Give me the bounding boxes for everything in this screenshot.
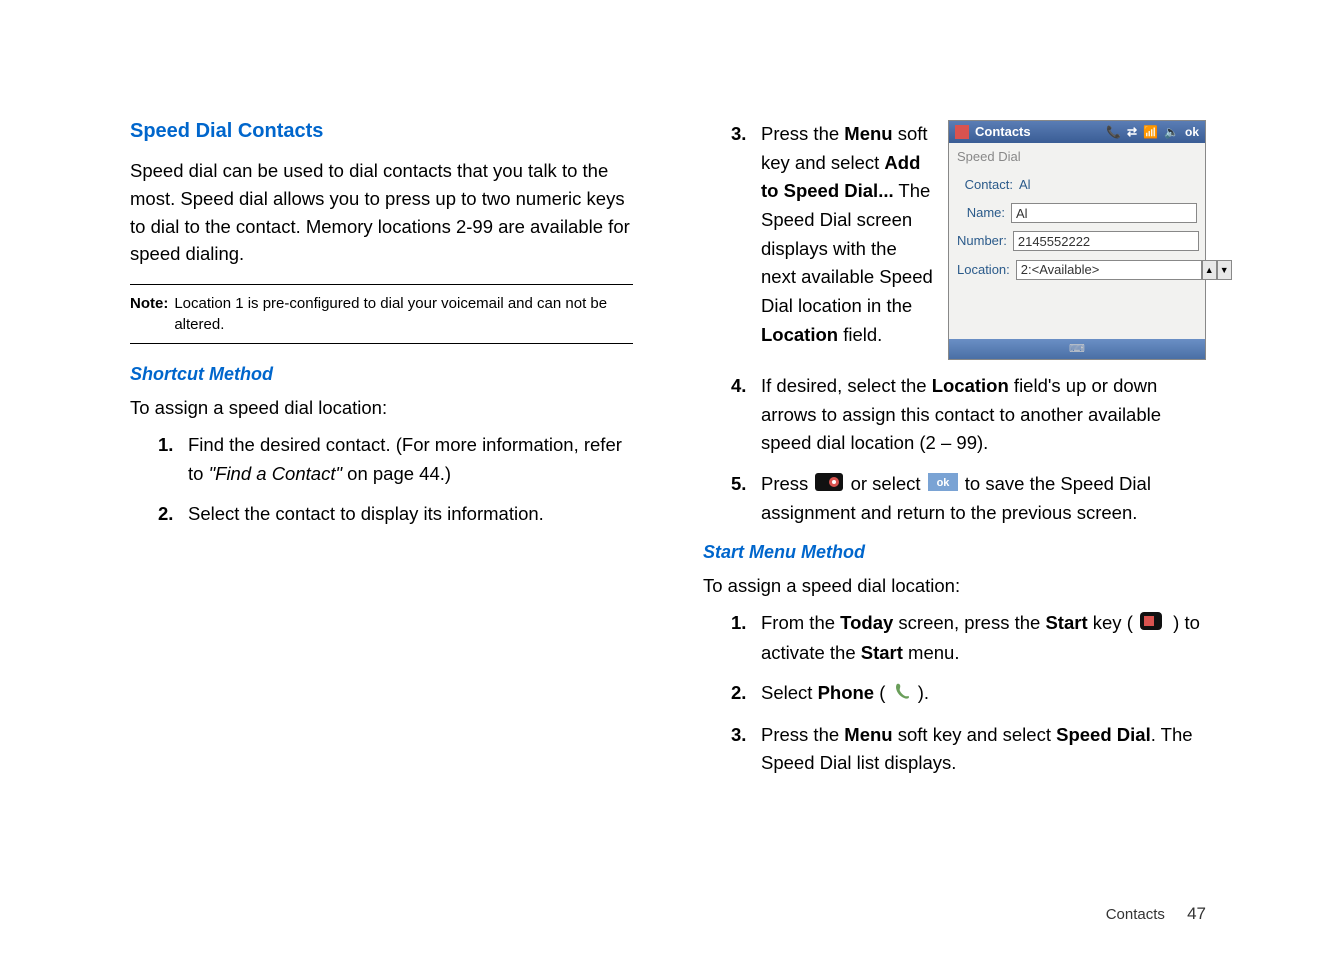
step-text: field. [838, 324, 882, 345]
number-label: Number: [957, 231, 1013, 251]
location-input[interactable] [1016, 260, 1202, 280]
start-bold: Start [1045, 612, 1087, 633]
screenshot-title-text: Contacts [975, 122, 1031, 142]
location-up-arrow[interactable]: ▲ [1202, 260, 1217, 280]
note-label: Note: [130, 293, 168, 335]
intro-text: To assign a speed dial location: [130, 397, 633, 419]
step-number: 3. [731, 721, 746, 750]
name-input[interactable] [1011, 203, 1197, 223]
location-bold: Location [761, 324, 838, 345]
step-text: From the [761, 612, 840, 633]
number-input[interactable] [1013, 231, 1199, 251]
step-text: key ( [1088, 612, 1138, 633]
screenshot-bottombar: ⌨ [949, 339, 1205, 359]
speed-dial-screenshot: Contacts 📞 ⇄ 📶 🔈 ok Speed Dial Contact: … [948, 120, 1206, 360]
step-3: 3. Press the Menu soft key and select Ad… [731, 120, 1206, 360]
step-text: Select [761, 682, 818, 703]
step-number: 5. [731, 470, 746, 499]
step-text: screen, press the [893, 612, 1045, 633]
start-flag-icon [1140, 610, 1166, 639]
step-italic: "Find a Contact" [209, 463, 342, 484]
call-icon: 📞 [1106, 123, 1121, 142]
note-text: Location 1 is pre-configured to dial you… [172, 293, 633, 335]
status-icons: 📞 ⇄ 📶 🔈 ok [1106, 123, 1199, 142]
step-number: 4. [731, 372, 746, 401]
step-text: Select the contact to display its inform… [188, 503, 544, 524]
speed-dial-bold: Speed Dial [1056, 724, 1151, 745]
step-b1: 1. From the Today screen, press the Star… [731, 609, 1206, 667]
screenshot-breadcrumb: Speed Dial [949, 143, 1205, 171]
location-bold: Location [932, 375, 1009, 396]
step-text: Press the [761, 724, 844, 745]
step-b3: 3. Press the Menu soft key and select Sp… [731, 721, 1206, 778]
step-text-post: on page 44.) [342, 463, 451, 484]
step-text: ( [874, 682, 890, 703]
shortcut-method-heading: Shortcut Method [130, 364, 633, 385]
start-menu-method-heading: Start Menu Method [703, 542, 1206, 563]
contact-label: Contact: [957, 175, 1019, 195]
ok-button-icon: ok [928, 471, 958, 500]
footer-section: Contacts [1106, 906, 1165, 923]
start-bold-2: Start [861, 642, 903, 663]
page-footer: Contacts 47 [1106, 904, 1206, 924]
section-heading: Speed Dial Contacts [130, 120, 633, 143]
step-text: ). [918, 682, 929, 703]
center-key-icon [815, 471, 843, 500]
step-text: or select [851, 473, 926, 494]
signal-icon: 📶 [1143, 123, 1158, 142]
location-label: Location: [957, 260, 1016, 280]
intro-text: To assign a speed dial location: [703, 575, 1206, 597]
step-b2: 2. Select Phone ( ). [731, 679, 1206, 708]
step-text: menu. [903, 642, 960, 663]
svg-text:ok: ok [936, 477, 950, 489]
location-down-arrow[interactable]: ▼ [1217, 260, 1232, 280]
sync-icon: ⇄ [1127, 123, 1137, 142]
step-text: If desired, select the [761, 375, 932, 396]
menu-bold: Menu [844, 724, 892, 745]
step-number: 3. [731, 120, 746, 149]
contact-value: Al [1019, 175, 1031, 195]
step-number: 2. [731, 679, 746, 708]
ok-softkey[interactable]: ok [1185, 123, 1199, 142]
phone-bold: Phone [818, 682, 875, 703]
speaker-icon: 🔈 [1164, 123, 1179, 142]
body-paragraph: Speed dial can be used to dial contacts … [130, 157, 633, 268]
step-1: 1. Find the desired contact. (For more i… [158, 431, 633, 488]
footer-page-number: 47 [1187, 904, 1206, 923]
step-2: 2. Select the contact to display its inf… [158, 500, 633, 529]
menu-bold: Menu [844, 123, 892, 144]
step-text: Press [761, 473, 813, 494]
step-number: 1. [731, 609, 746, 638]
note-block: Note: Location 1 is pre-configured to di… [130, 284, 633, 344]
contacts-app-icon [955, 125, 969, 139]
step-text: Press the [761, 123, 844, 144]
screenshot-titlebar: Contacts 📞 ⇄ 📶 🔈 ok [949, 121, 1205, 143]
step-5: 5. Press or select ok to save the Speed … [731, 470, 1206, 528]
step-number: 2. [158, 500, 173, 529]
step-4: 4. If desired, select the Location field… [731, 372, 1206, 458]
step-number: 1. [158, 431, 173, 460]
step-text: soft key and select [893, 724, 1057, 745]
name-label: Name: [957, 203, 1011, 223]
today-bold: Today [840, 612, 893, 633]
phone-app-icon [893, 680, 911, 709]
